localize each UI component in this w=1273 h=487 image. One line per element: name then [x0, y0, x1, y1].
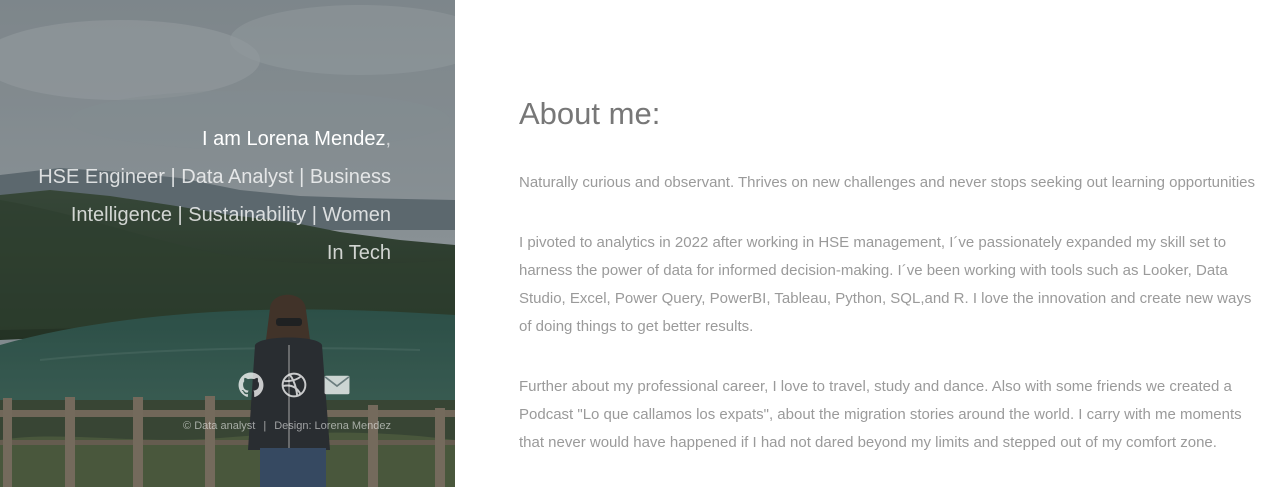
footer-credit: © Data analyst | Design: Lorena Mendez	[183, 420, 391, 432]
intro-roles-line-1: HSE Engineer | Data Analyst | Business	[38, 166, 391, 188]
about-title: About me:	[519, 96, 661, 131]
mail-icon[interactable]	[323, 371, 350, 398]
intro-name-line: I am Lorena Mendez,	[31, 120, 391, 158]
about-paragraph-3: Further about my professional career, I …	[519, 378, 1242, 451]
intro-comma: ,	[385, 128, 391, 150]
hero-panel: I am Lorena Mendez, HSE Engineer | Data …	[0, 0, 455, 487]
intro-roles-line-3: In Tech	[326, 242, 391, 264]
about-paragraph-2: I pivoted to analytics in 2022 after wor…	[519, 234, 1252, 335]
about-section: About me: Naturally curious and observan…	[519, 94, 1259, 457]
footer-design-credit: Design: Lorena Mendez	[274, 420, 391, 432]
page: I am Lorena Mendez, HSE Engineer | Data …	[0, 0, 1273, 487]
about-paragraph-1: Naturally curious and observant. Thrives…	[519, 174, 1255, 191]
intro-name: I am Lorena Mendez	[202, 128, 386, 150]
footer-separator: |	[263, 420, 267, 432]
intro-roles-line-2: Intelligence | Sustainability | Women	[70, 204, 391, 226]
github-icon[interactable]	[237, 371, 264, 398]
hero-intro: I am Lorena Mendez, HSE Engineer | Data …	[31, 120, 391, 272]
dribbble-icon[interactable]	[280, 371, 307, 398]
social-links	[237, 371, 350, 398]
footer-copyright: © Data analyst	[183, 420, 256, 432]
